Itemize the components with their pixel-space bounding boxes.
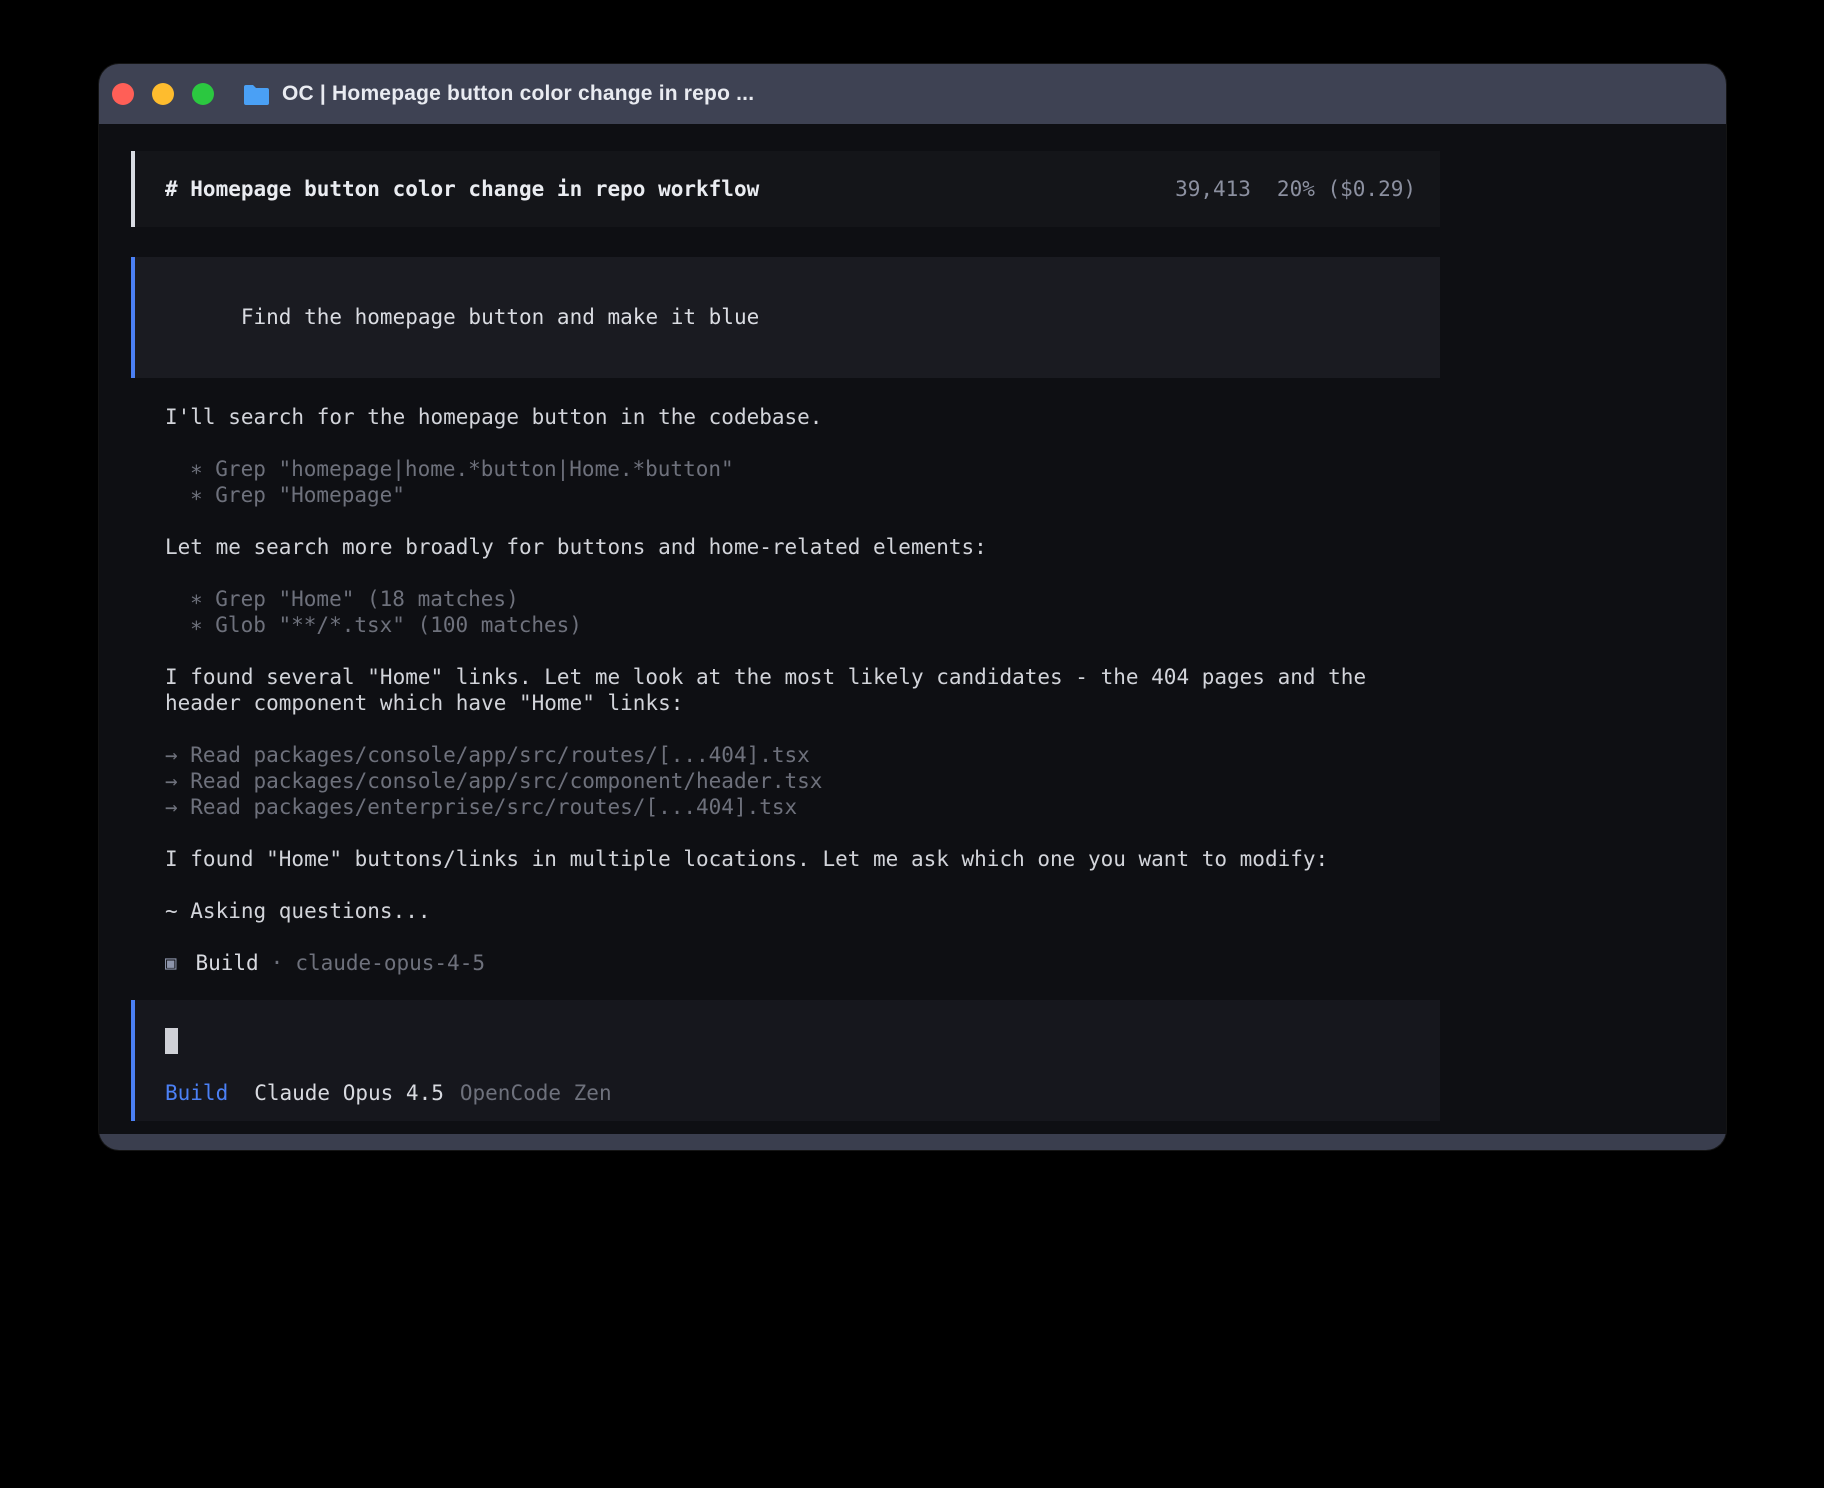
context-usage: 20% ($0.29) [1277,176,1416,202]
read-tool-call: → Read packages/console/app/src/componen… [165,768,1440,794]
prompt-input[interactable]: Build Claude Opus 4.5 OpenCode Zen [131,1000,1440,1121]
read-tool-call: → Read packages/console/app/src/routes/[… [165,742,1440,768]
window-title: OC | Homepage button color change in rep… [282,82,754,106]
session-title: # Homepage button color change in repo w… [165,176,759,202]
window-footer-strip [99,1134,1726,1150]
provider-label: OpenCode Zen [460,1080,612,1106]
model-label: Claude Opus 4.5 [254,1080,444,1106]
assistant-paragraph: I found "Home" buttons/links in multiple… [165,846,1440,872]
terminal-window: OC | Homepage button color change in rep… [99,64,1726,1150]
assistant-paragraph: I'll search for the homepage button in t… [165,404,1440,430]
agent-separator: · [271,950,284,976]
agent-name: Build [195,950,258,976]
agent-mode-label[interactable]: Build [165,1080,228,1106]
session-header: # Homepage button color change in repo w… [131,151,1440,227]
assistant-messages: I'll search for the homepage button in t… [165,404,1440,976]
minimize-button[interactable] [152,83,174,105]
asking-questions-status: ~ Asking questions... [165,898,1440,924]
grep-tool-call: ∗ Grep "homepage|home.*button|Home.*butt… [190,456,1440,482]
read-tool-call: → Read packages/enterprise/src/routes/[.… [165,794,1440,820]
grep-tool-call: ∗ Grep "Homepage" [190,482,1440,508]
traffic-lights [112,83,214,105]
assistant-paragraph: I found several "Home" links. Let me loo… [165,664,1440,716]
user-message: Find the homepage button and make it blu… [131,257,1440,378]
glob-tool-call: ∗ Glob "**/*.tsx" (100 matches) [190,612,1440,638]
session-stats: 39,413 20% ($0.29) [1175,176,1416,202]
tool-call-group: ∗ Grep "homepage|home.*button|Home.*butt… [165,456,1440,508]
zoom-button[interactable] [192,83,214,105]
assistant-paragraph: Let me search more broadly for buttons a… [165,534,1440,560]
grep-tool-call: ∗ Grep "Home" (18 matches) [190,586,1440,612]
folder-icon [243,84,270,105]
agent-status-row: ▣ Build · claude-opus-4-5 [165,950,1440,976]
window-titlebar: OC | Homepage button color change in rep… [99,64,1726,124]
input-mode-row: Build Claude Opus 4.5 OpenCode Zen [165,1080,1416,1106]
tool-call-group: → Read packages/console/app/src/routes/[… [165,742,1440,820]
tool-call-group: ∗ Grep "Home" (18 matches) ∗ Glob "**/*.… [165,586,1440,638]
terminal-content: # Homepage button color change in repo w… [99,124,1726,1150]
agent-square-icon: ▣ [165,950,176,976]
close-button[interactable] [112,83,134,105]
user-message-text: Find the homepage button and make it blu… [241,305,759,329]
text-cursor [165,1028,178,1054]
token-count: 39,413 [1175,176,1251,202]
agent-model: claude-opus-4-5 [295,950,485,976]
